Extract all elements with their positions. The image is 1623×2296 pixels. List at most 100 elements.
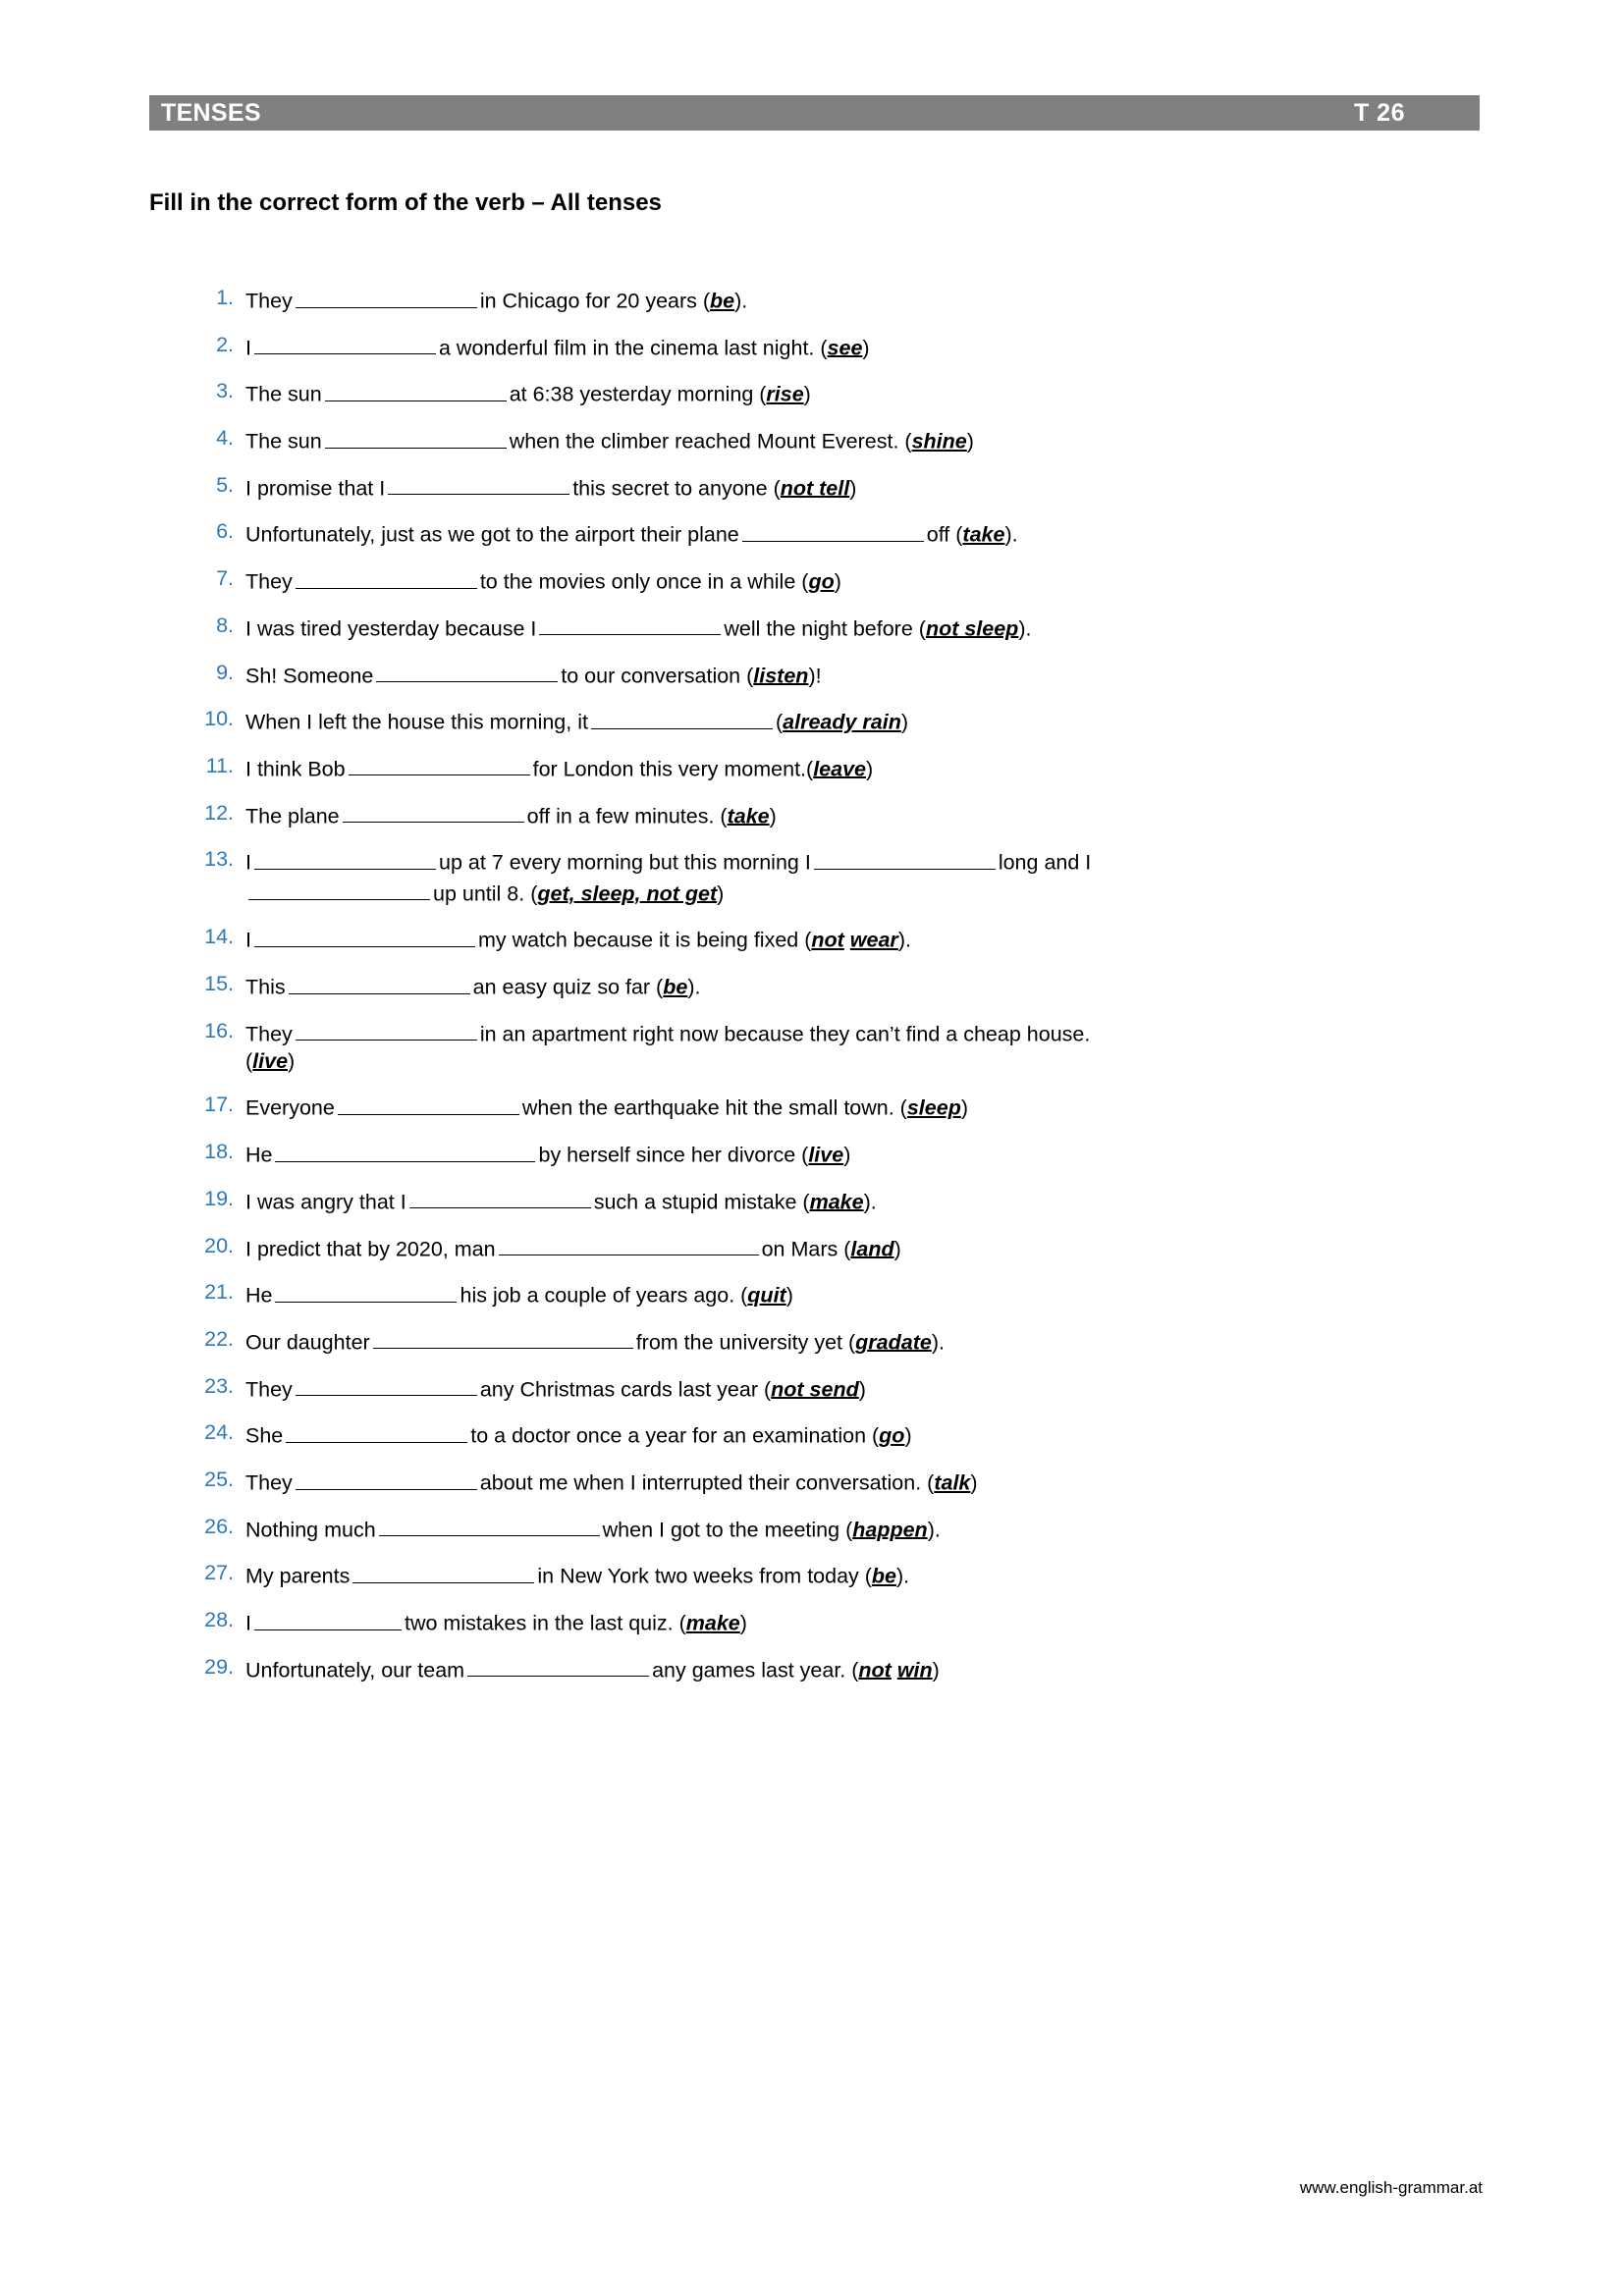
item-number: 14. [204, 925, 234, 949]
verb-cue: talk [934, 1470, 971, 1495]
item-text-post: for London this very moment.( [532, 757, 814, 781]
answer-blank[interactable] [295, 285, 477, 308]
item-text: This an easy quiz so far (be). [245, 971, 1488, 1002]
item-text-pre: Unfortunately, just as we got to the air… [245, 523, 739, 547]
answer-blank[interactable] [378, 1514, 600, 1537]
item-text: I think Bob for London this very moment.(… [245, 753, 1488, 784]
item-number: 9. [216, 660, 234, 684]
exercise-item: 1. They in Chicago for 20 years (be). [192, 285, 1488, 316]
item-number: 5. [216, 472, 234, 497]
exercise-item: 2. Ia wonderful film in the cinema last … [192, 332, 1488, 363]
answer-blank[interactable] [498, 1233, 759, 1256]
answer-blank[interactable] [248, 878, 430, 901]
item-number: 3. [216, 379, 234, 403]
answer-blank[interactable] [295, 1373, 477, 1397]
item-text: They about me when I interrupted their co… [245, 1467, 1488, 1498]
item-text: The plane off in a few minutes. (take) [245, 800, 1488, 831]
verb-cue: be [710, 289, 735, 313]
answer-blank[interactable] [539, 613, 722, 636]
item-text-tail: ). [687, 975, 701, 999]
item-text-line2: (live) [245, 1048, 1488, 1076]
answer-blank[interactable] [324, 378, 507, 401]
answer-blank[interactable] [388, 472, 570, 496]
item-text-post: in Chicago for 20 years ( [479, 289, 711, 313]
item-number: 24. [204, 1420, 234, 1445]
answer-blank[interactable] [348, 753, 530, 776]
item-text-tail: ) [970, 1470, 978, 1495]
item-text-pre: I [245, 336, 251, 360]
answer-blank[interactable] [376, 660, 559, 683]
exercise-item: 7. They to the movies only once in a whil… [192, 565, 1488, 597]
answer-blank[interactable] [352, 1560, 535, 1583]
item-number: 25. [204, 1467, 234, 1491]
answer-blank[interactable] [275, 1139, 536, 1162]
item-text: Nothing much when I got to the meeting (h… [245, 1514, 1488, 1545]
exercise-item: 3. The sun at 6:38 yesterday morning (ris… [192, 378, 1488, 409]
answer-blank[interactable] [337, 1092, 519, 1115]
answer-blank[interactable] [295, 1467, 477, 1490]
item-text-pre: I predict that by 2020, man [245, 1237, 496, 1261]
item-text-tail: ) [739, 1611, 747, 1635]
item-text-post: when I got to the meeting ( [602, 1518, 853, 1542]
header-subject-title: TENSES [161, 98, 261, 127]
item-text-pre: I promise that I [245, 476, 386, 501]
item-text-pre: I was angry that I [245, 1190, 406, 1214]
answer-blank[interactable] [590, 706, 773, 729]
item-text-tail: ) [893, 1237, 901, 1261]
answer-blank[interactable] [342, 800, 524, 824]
answer-blank[interactable] [295, 565, 477, 589]
item-text-pre: I was tired yesterday because I [245, 616, 537, 641]
item-text: They in Chicago for 20 years (be). [245, 285, 1488, 316]
item-text-tail: ) [858, 1377, 866, 1402]
exercise-item: 24. She to a doctor once a year for an ex… [192, 1419, 1488, 1451]
exercise-item: 14. Imy watch because it is being fixed … [192, 924, 1488, 955]
item-text-post: when the climber reached Mount Everest. … [509, 429, 912, 454]
item-text-tail: ) [717, 881, 725, 906]
item-text-post: long and I [998, 850, 1092, 875]
exercise-item: 11. I think Bob for London this very mome… [192, 753, 1488, 784]
answer-blank[interactable] [253, 846, 436, 870]
item-text-post: in New York two weeks from today ( [537, 1564, 872, 1588]
exercise-item: 27. My parents in New York two weeks from… [192, 1560, 1488, 1591]
item-number: 1. [216, 286, 234, 309]
answer-blank[interactable] [295, 1018, 477, 1041]
item-text-tail: ) [966, 429, 974, 454]
answer-blank[interactable] [467, 1654, 650, 1678]
exercise-item: 16. They in an apartment right now becaus… [192, 1018, 1488, 1076]
item-text: My parents in New York two weeks from tod… [245, 1560, 1488, 1591]
item-number: 28. [204, 1608, 234, 1631]
exercise-item: 20. I predict that by 2020, man on Mars (… [192, 1233, 1488, 1264]
answer-blank[interactable] [253, 924, 475, 947]
item-text-post: this secret to anyone ( [572, 476, 781, 501]
verb-cue: already rain [783, 710, 901, 734]
answer-blank[interactable] [286, 1419, 468, 1443]
item-text-pre: They [245, 1470, 293, 1495]
verb-cue: go [879, 1423, 905, 1448]
answer-blank[interactable] [324, 425, 507, 449]
item-text-pre: Sh! Someone [245, 664, 374, 688]
item-text-tail: ) [862, 336, 870, 360]
answer-blank[interactable] [372, 1326, 633, 1350]
item-text: I was tired yesterday because I well the … [245, 613, 1488, 644]
item-text-tail: ) [803, 382, 811, 406]
verb-cue: take [962, 523, 1005, 547]
verb-cue: not sleep [925, 616, 1019, 641]
item-text-tail: ). [927, 1518, 941, 1542]
answer-blank[interactable] [253, 332, 436, 355]
item-text-pre: I [245, 1611, 251, 1635]
answer-blank[interactable] [288, 971, 470, 994]
answer-blank[interactable] [275, 1279, 458, 1303]
item-text: Unfortunately, our team any games last ye… [245, 1654, 1488, 1685]
item-text: They in an apartment right now because th… [245, 1018, 1488, 1076]
exercise-item: 29. Unfortunately, our team any games las… [192, 1654, 1488, 1685]
item-text-pre: They [245, 289, 293, 313]
answer-blank[interactable] [408, 1186, 591, 1209]
item-text: They any Christmas cards last year (not s… [245, 1373, 1488, 1405]
item-text-line2: up until 8. (get, sleep, not get) [245, 878, 1488, 909]
answer-blank[interactable] [741, 518, 924, 542]
item-number: 8. [216, 613, 234, 637]
answer-blank[interactable] [253, 1607, 402, 1630]
answer-blank[interactable] [813, 846, 996, 870]
exercise-item: 23. They any Christmas cards last year (n… [192, 1373, 1488, 1405]
item-text: The sun at 6:38 yesterday morning (rise) [245, 378, 1488, 409]
